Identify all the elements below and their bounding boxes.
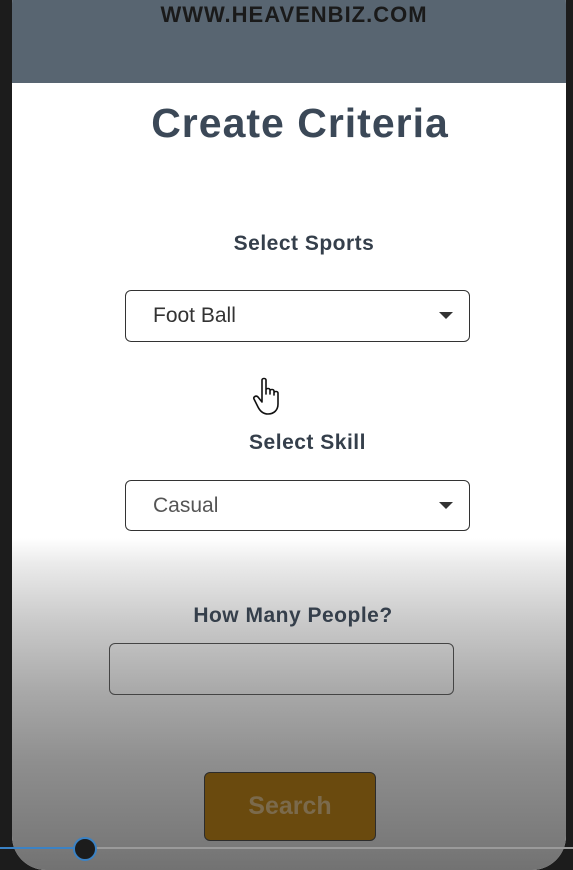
people-count-label: How Many People? xyxy=(193,604,393,627)
search-button[interactable]: Search xyxy=(204,772,376,841)
video-progress-played xyxy=(0,847,84,849)
chevron-down-icon xyxy=(439,312,453,319)
app-header: WWW.HEAVENBIZ.COM xyxy=(12,0,566,83)
video-scrubber-handle[interactable] xyxy=(73,837,97,861)
video-progress-track[interactable] xyxy=(96,847,573,849)
sports-select-value: Foot Ball xyxy=(153,304,236,327)
header-banner-text: WWW.HEAVENBIZ.COM xyxy=(160,2,428,27)
skill-select[interactable]: Casual xyxy=(125,480,470,531)
people-count-input[interactable] xyxy=(109,643,454,695)
screen: WWW.HEAVENBIZ.COM Create Criteria Select… xyxy=(0,0,573,870)
form-content xyxy=(12,83,566,870)
skill-select-value: Casual xyxy=(153,494,219,517)
select-skill-label: Select Skill xyxy=(249,431,366,454)
hand-pointer-icon xyxy=(253,377,279,415)
page-title: Create Criteria xyxy=(151,100,449,146)
sports-select[interactable]: Foot Ball xyxy=(125,290,470,342)
select-sports-label: Select Sports xyxy=(233,232,375,255)
chevron-down-icon xyxy=(439,502,453,509)
